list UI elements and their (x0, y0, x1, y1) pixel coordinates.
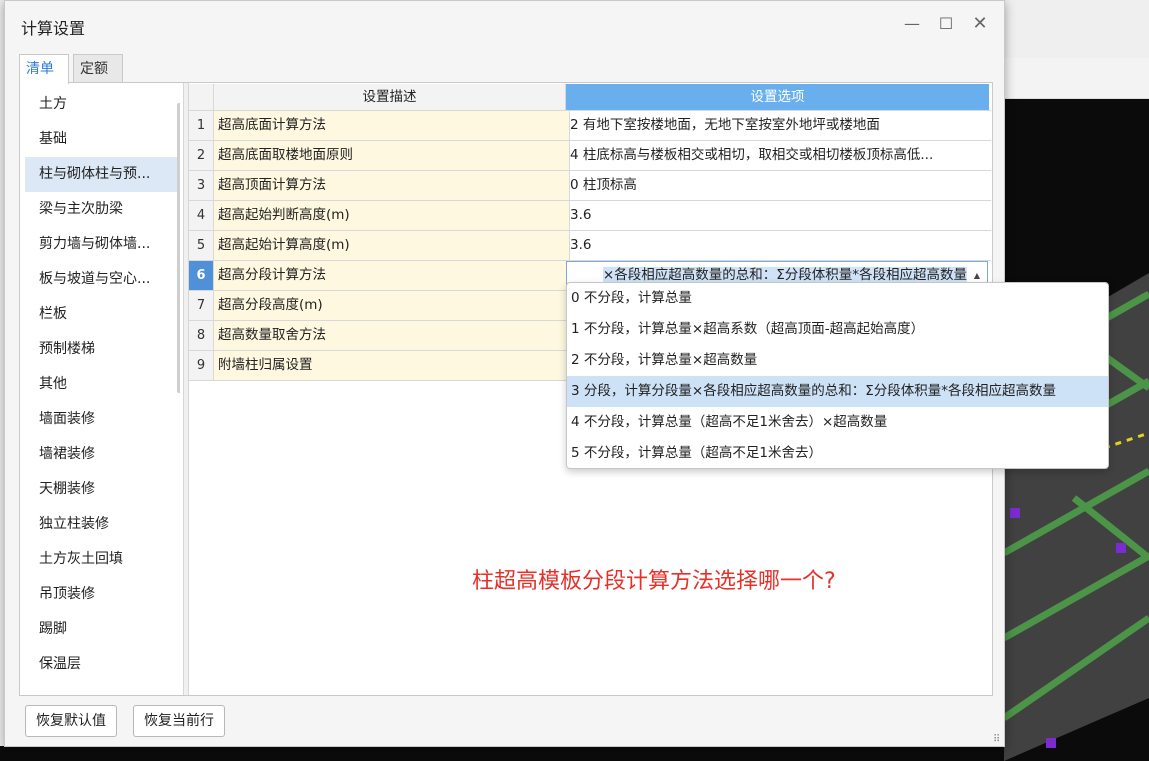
restore-current-row-button[interactable]: 恢复当前行 (133, 705, 225, 737)
restore-default-button[interactable]: 恢复默认值 (25, 705, 117, 737)
row-number: 6 (189, 261, 214, 290)
row-number: 2 (189, 141, 214, 170)
row-description: 超高数量取舍方法 (214, 321, 570, 350)
row-description: 超高分段高度(m) (214, 291, 570, 320)
dropdown-option-selected[interactable]: 3 分段，计算分段量×各段相应超高数量的总和：Σ分段体积量*各段相应超高数量 (567, 376, 1108, 407)
dropdown-option[interactable]: 1 不分段，计算总量×超高系数（超高顶面-超高起始高度） (567, 314, 1108, 345)
category-item[interactable]: 天棚装修 (25, 472, 180, 507)
row-option[interactable]: 2 有地下室按楼地面，无地下室按室外地坪或楼地面 (566, 111, 990, 140)
category-item[interactable]: 踢脚 (25, 612, 180, 647)
row-option[interactable]: 4 柱底标高与楼板相交或相切，取相交或相切楼板顶标高低... (566, 141, 990, 170)
category-list: 土方 基础 柱与砌体柱与预... 梁与主次肋梁 剪力墙与砌体墙... 板与坡道与… (25, 87, 180, 691)
tab-qingdan[interactable]: 清单 (19, 54, 69, 84)
row-number: 4 (189, 201, 214, 230)
row-option[interactable]: 3.6 (566, 231, 990, 260)
category-item[interactable]: 独立柱装修 (25, 507, 180, 542)
tab-dinge[interactable]: 定额 (73, 54, 123, 83)
background-bottom-strip (0, 746, 1004, 761)
row-description: 超高起始计算高度(m) (214, 231, 570, 260)
category-item[interactable]: 过梁 (25, 682, 180, 691)
close-icon[interactable]: ✕ (969, 13, 991, 35)
header-corner (189, 84, 214, 110)
table-row[interactable]: 1 超高底面计算方法 2 有地下室按楼地面，无地下室按室外地坪或楼地面 (189, 111, 991, 141)
table-row[interactable]: 4 超高起始判断高度(m) 3.6 (189, 201, 991, 231)
dropdown-option[interactable]: 0 不分段，计算总量 (567, 283, 1108, 314)
row-description: 超高底面计算方法 (214, 111, 570, 140)
category-item[interactable]: 墙面装修 (25, 402, 180, 437)
category-item[interactable]: 墙裙装修 (25, 437, 180, 472)
category-item[interactable]: 保温层 (25, 647, 180, 682)
combobox-value: ×各段相应超高数量的总和：Σ分段体积量*各段相应超高数量 (602, 267, 967, 283)
category-item[interactable]: 栏板 (25, 297, 180, 332)
row-number: 1 (189, 111, 214, 140)
row-number: 9 (189, 351, 214, 380)
row-number: 3 (189, 171, 214, 200)
row-description: 超高分段计算方法 (214, 261, 570, 290)
dropdown-option[interactable]: 5 不分段，计算总量（超高不足1米舍去） (567, 438, 1108, 468)
category-item[interactable]: 其他 (25, 367, 180, 402)
dialog-title: 计算设置 (21, 19, 86, 38)
category-item[interactable]: 预制楼梯 (25, 332, 180, 367)
option-dropdown-list: 0 不分段，计算总量 1 不分段，计算总量×超高系数（超高顶面-超高起始高度） … (566, 282, 1109, 469)
row-description: 超高底面取楼地面原则 (214, 141, 570, 170)
category-item[interactable]: 土方 (25, 87, 180, 122)
header-description: 设置描述 (214, 84, 566, 110)
category-item-selected[interactable]: 柱与砌体柱与预... (25, 157, 180, 192)
row-option[interactable]: 0 柱顶标高 (566, 171, 990, 200)
table-row[interactable]: 2 超高底面取楼地面原则 4 柱底标高与楼板相交或相切，取相交或相切楼板顶标高低… (189, 141, 991, 171)
dropdown-option[interactable]: 4 不分段，计算总量（超高不足1米舍去）×超高数量 (567, 407, 1108, 438)
category-item[interactable]: 剪力墙与砌体墙... (25, 227, 180, 262)
category-item[interactable]: 梁与主次肋梁 (25, 192, 180, 227)
row-description: 超高起始判断高度(m) (214, 201, 570, 230)
resize-grip-icon[interactable]: ⠿ (993, 734, 1000, 745)
row-number: 8 (189, 321, 214, 350)
row-number: 5 (189, 231, 214, 260)
question-annotation: 柱超高模板分段计算方法选择哪一个? (472, 569, 836, 594)
grid-header: 设置描述 设置选项 (189, 84, 991, 111)
category-item[interactable]: 基础 (25, 122, 180, 157)
header-option: 设置选项 (566, 84, 989, 110)
row-description: 超高顶面计算方法 (214, 171, 570, 200)
minimize-icon[interactable]: — (901, 13, 923, 35)
category-item[interactable]: 吊顶装修 (25, 577, 180, 612)
table-row[interactable]: 3 超高顶面计算方法 0 柱顶标高 (189, 171, 991, 201)
row-option[interactable]: 3.6 (566, 201, 990, 230)
row-description: 附墙柱归属设置 (214, 351, 570, 380)
table-row[interactable]: 5 超高起始计算高度(m) 3.6 (189, 231, 991, 261)
row-number: 7 (189, 291, 214, 320)
category-item[interactable]: 土方灰土回填 (25, 542, 180, 577)
dropdown-option[interactable]: 2 不分段，计算总量×超高数量 (567, 345, 1108, 376)
maximize-icon[interactable]: ☐ (935, 13, 957, 35)
left-list-scrollbar[interactable] (177, 103, 180, 393)
category-item[interactable]: 板与坡道与空心... (25, 262, 180, 297)
